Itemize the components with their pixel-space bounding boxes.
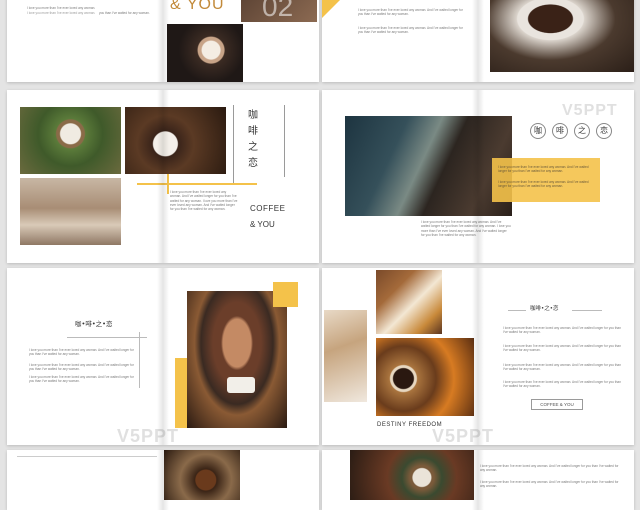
slide-spread-3[interactable]: 咖啡之恋 COFFEE & YOU I love you more than I… bbox=[7, 90, 319, 263]
photo-coffee-cup-top bbox=[490, 0, 634, 72]
body-text: I love you more than I've ever loved any… bbox=[503, 344, 621, 353]
coffee-label: COFFEE bbox=[250, 204, 286, 213]
title-rule-right bbox=[572, 310, 602, 311]
body-text: I love you more than I've ever loved any… bbox=[29, 348, 134, 357]
watermark: V5PPT bbox=[562, 102, 618, 119]
cup-highlight bbox=[227, 377, 255, 393]
slide-title: 咖•啡•之•恋 bbox=[75, 320, 113, 328]
photo-coffee-bag bbox=[164, 450, 240, 500]
body-text: I love you more than I've ever loved any… bbox=[358, 26, 463, 35]
body-text: I love you more than I've ever loved any… bbox=[503, 326, 621, 335]
watermark: V5PPT bbox=[117, 426, 180, 445]
photo-coffee-beans bbox=[125, 107, 226, 174]
slide-spread-6[interactable]: DESTINY FREEDOM 咖啡•之•恋 I love you more t… bbox=[322, 268, 634, 445]
title-rule-left bbox=[508, 310, 526, 311]
accent-block-top bbox=[273, 282, 298, 307]
vertical-rule bbox=[233, 105, 234, 183]
circle-char: 之 bbox=[574, 123, 590, 139]
photo-latte-hands bbox=[167, 24, 243, 82]
vertical-rule bbox=[139, 332, 140, 388]
photo-breakfast bbox=[376, 338, 474, 416]
body-text: I love you more than I've ever loved any… bbox=[498, 165, 589, 174]
body-text: I love you more than I've ever loved any… bbox=[421, 220, 511, 237]
bottom-rule bbox=[17, 456, 157, 457]
body-text: you than I've waited for any woman. bbox=[99, 11, 150, 15]
title-fragment: & YOU bbox=[170, 0, 225, 13]
photo-toast-flatlay bbox=[324, 310, 367, 402]
slide-title: 咖啡•之•恋 bbox=[530, 306, 559, 312]
photo-pour-over bbox=[345, 116, 512, 216]
slide-spread-2[interactable]: I love you more than I've ever loved any… bbox=[322, 0, 634, 82]
body-text: I love you more than I've ever loved any… bbox=[503, 380, 621, 389]
coffee-and-you-button[interactable]: COFFEE & YOU bbox=[531, 399, 583, 410]
title-rule bbox=[67, 337, 147, 338]
slide-spread-4[interactable]: I love you more than I've ever loved any… bbox=[322, 90, 634, 263]
body-text: I love you more than I've ever loved any… bbox=[29, 375, 134, 384]
vertical-title: 咖啡之恋 bbox=[248, 110, 258, 169]
accent-triangle bbox=[322, 0, 344, 18]
body-text: I love you more than I've ever loved any… bbox=[27, 11, 96, 15]
photo-christmas-coffee bbox=[350, 450, 474, 500]
photo-croissant bbox=[376, 270, 442, 334]
circle-char: 恋 bbox=[596, 123, 612, 139]
circle-char: 咖 bbox=[530, 123, 546, 139]
slide-spread-1[interactable]: I love you more than I've ever loved any… bbox=[7, 0, 319, 82]
photo-man-holding-cup bbox=[187, 291, 287, 428]
title-box-rule bbox=[284, 105, 285, 177]
circle-char: 啡 bbox=[552, 123, 568, 139]
photo-cafe-table bbox=[20, 178, 121, 245]
body-text: I love you more than I've ever loved any… bbox=[480, 464, 619, 473]
photo-coffee-garden bbox=[20, 107, 121, 174]
body-text: I love you more than I've ever loved any… bbox=[480, 480, 619, 489]
and-you-label: & YOU bbox=[250, 220, 275, 229]
slide-spread-5[interactable]: 咖•啡•之•恋 I love you more than I've ever l… bbox=[7, 268, 319, 445]
accent-bar bbox=[137, 183, 257, 185]
watermark: V5PPT bbox=[432, 426, 495, 445]
accent-block-side bbox=[175, 358, 187, 428]
number-fragment: 02 bbox=[262, 0, 294, 22]
accent-bar-vertical bbox=[167, 174, 169, 194]
slide-spread-7[interactable] bbox=[7, 450, 319, 510]
template-preview-grid: I love you more than I've ever loved any… bbox=[0, 0, 640, 510]
body-text: I love you more than I've ever loved any… bbox=[503, 363, 621, 372]
body-text: I love you more than I've ever loved any… bbox=[170, 190, 238, 212]
body-text: I love you more than I've ever loved any… bbox=[27, 6, 96, 10]
body-text: I love you more than I've ever loved any… bbox=[29, 363, 134, 372]
slide-spread-8[interactable]: I love you more than I've ever loved any… bbox=[322, 450, 634, 510]
body-text: I love you more than I've ever loved any… bbox=[498, 180, 589, 189]
body-text: I love you more than I've ever loved any… bbox=[358, 8, 463, 17]
